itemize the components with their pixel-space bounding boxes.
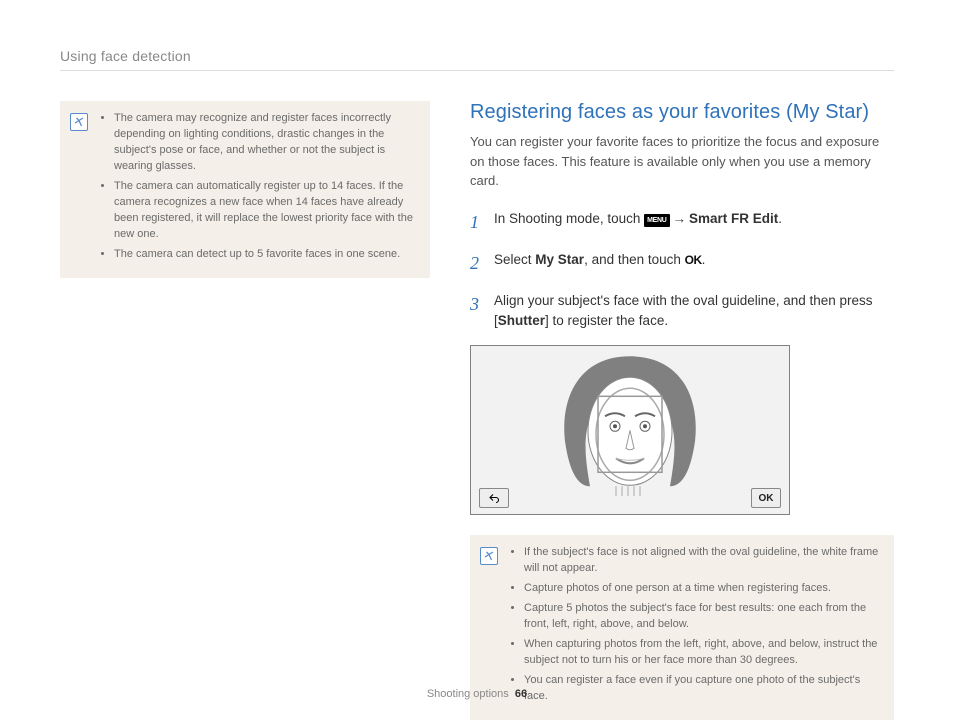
step-1: 1 In Shooting mode, touch MENU → Smart F… bbox=[470, 209, 894, 236]
page: Using face detection The camera may reco… bbox=[0, 0, 954, 720]
page-header: Using face detection bbox=[60, 48, 894, 71]
illustration-frame: OK bbox=[470, 345, 790, 515]
note-item: If the subject's face is not aligned wit… bbox=[524, 545, 880, 577]
note-item: The camera can detect up to 5 favorite f… bbox=[114, 247, 416, 263]
footer-section: Shooting options bbox=[427, 688, 509, 700]
note-box-left: The camera may recognize and register fa… bbox=[60, 101, 430, 278]
note-item: Capture photos of one person at a time w… bbox=[524, 581, 880, 597]
section-description: You can register your favorite faces to … bbox=[470, 132, 894, 191]
back-button[interactable] bbox=[479, 488, 509, 508]
step-number: 2 bbox=[470, 250, 484, 277]
step-number: 3 bbox=[470, 291, 484, 332]
left-column: The camera may recognize and register fa… bbox=[60, 101, 430, 720]
step-3: 3 Align your subject's face with the ova… bbox=[470, 291, 894, 332]
step-text: Align your subject's face with the oval … bbox=[494, 291, 894, 332]
step-text: In Shooting mode, touch MENU → Smart FR … bbox=[494, 209, 894, 236]
step-text: Select My Star, and then touch OK. bbox=[494, 250, 894, 277]
note-item: When capturing photos from the left, rig… bbox=[524, 637, 880, 669]
page-footer: Shooting options 66 bbox=[0, 688, 954, 700]
columns: The camera may recognize and register fa… bbox=[60, 101, 894, 720]
steps-list: 1 In Shooting mode, touch MENU → Smart F… bbox=[470, 209, 894, 332]
ok-icon: OK bbox=[685, 251, 702, 269]
note-icon bbox=[480, 547, 498, 565]
menu-icon: MENU bbox=[644, 214, 669, 228]
note-item: Capture 5 photos the subject's face for … bbox=[524, 601, 880, 633]
ok-button[interactable]: OK bbox=[751, 488, 781, 508]
note-list-right: If the subject's face is not aligned wit… bbox=[508, 545, 880, 708]
step-2: 2 Select My Star, and then touch OK. bbox=[470, 250, 894, 277]
right-column: Registering faces as your favorites (My … bbox=[470, 101, 894, 720]
step-number: 1 bbox=[470, 209, 484, 236]
section-title: Registering faces as your favorites (My … bbox=[470, 101, 894, 124]
note-icon bbox=[70, 113, 88, 131]
note-list-left: The camera may recognize and register fa… bbox=[98, 111, 416, 266]
note-item: The camera may recognize and register fa… bbox=[114, 111, 416, 175]
page-number: 66 bbox=[515, 688, 527, 700]
face-illustration bbox=[520, 346, 740, 501]
note-item: The camera can automatically register up… bbox=[114, 179, 416, 243]
